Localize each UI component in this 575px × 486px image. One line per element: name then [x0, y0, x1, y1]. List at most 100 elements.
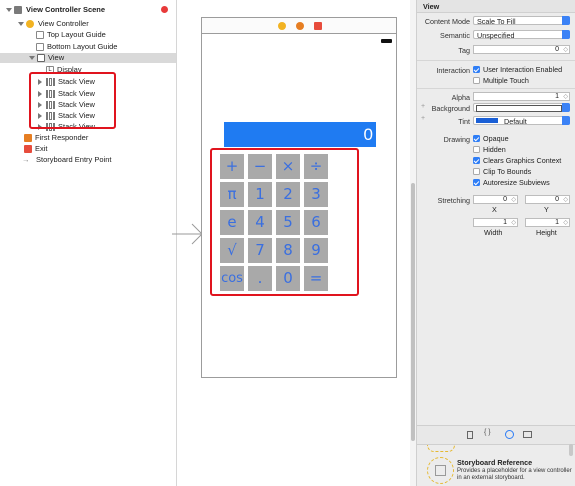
disclosure-triangle-icon[interactable] [18, 22, 24, 26]
calc-key-button[interactable]: − [248, 154, 272, 179]
calc-key-button[interactable]: 5 [276, 210, 300, 235]
x-caption: X [492, 205, 497, 214]
tag-label: Tag [458, 46, 470, 55]
calc-key-button[interactable]: = [304, 266, 328, 291]
stepper-icon[interactable]: ◇ [563, 219, 568, 227]
clip-bounds-label: Clip To Bounds [483, 167, 532, 176]
chevron-updown-icon [562, 30, 570, 39]
content-mode-label: Content Mode [424, 17, 470, 26]
stepper-icon[interactable]: ◇ [511, 219, 516, 227]
clears-context-label: Clears Graphics Context [483, 156, 562, 165]
exit-icon [24, 145, 32, 153]
object-library-icon[interactable] [505, 430, 514, 439]
stretch-x-field[interactable]: 0 ◇ [473, 195, 518, 204]
tint-color-select[interactable]: Default [473, 116, 570, 126]
layout-guide-icon [36, 31, 44, 39]
outline-view[interactable]: View [0, 53, 176, 63]
content-mode-select[interactable]: Scale To Fill [473, 16, 570, 26]
storyboard-reference-icon [427, 457, 454, 484]
alpha-label: Alpha [451, 93, 470, 102]
stepper-icon[interactable]: ◇ [563, 46, 568, 54]
calc-key-button[interactable]: 9 [304, 238, 328, 263]
calc-key-button[interactable]: e [220, 210, 244, 235]
code-snippet-icon[interactable]: { } [484, 429, 491, 436]
background-color-select[interactable] [473, 103, 570, 112]
section-title: View [423, 2, 440, 11]
autoresize-checkbox[interactable] [473, 179, 480, 186]
outline-scene[interactable]: View Controller Scene [0, 5, 176, 15]
calc-key-button[interactable]: × [276, 154, 300, 179]
calc-key-button[interactable]: . [248, 266, 272, 291]
view-controller-icon [26, 20, 34, 28]
view-controller-label: View Controller [38, 19, 89, 28]
color-swatch [476, 118, 498, 123]
tag-value: 0 [555, 46, 559, 53]
media-library-icon[interactable] [523, 431, 532, 438]
calc-key-button[interactable]: 8 [276, 238, 300, 263]
hidden-checkbox[interactable] [473, 146, 480, 153]
calc-key-button[interactable]: 3 [304, 182, 328, 207]
stretch-y-field[interactable]: 0 ◇ [525, 195, 570, 204]
calc-key-button[interactable]: 0 [276, 266, 300, 291]
scene-title: View Controller Scene [26, 5, 106, 14]
calc-key-button[interactable]: 1 [248, 182, 272, 207]
warning-badge-icon[interactable] [161, 6, 168, 13]
y-caption: Y [544, 205, 549, 214]
content-mode-value: Scale To Fill [477, 17, 516, 26]
chevron-updown-icon [562, 116, 570, 125]
stepper-icon[interactable]: ◇ [563, 196, 568, 204]
stretch-height-field[interactable]: 1 ◇ [525, 218, 570, 227]
first-responder-dock-icon[interactable] [296, 22, 304, 30]
tint-value: Default [504, 117, 527, 126]
clip-bounds-checkbox[interactable] [473, 168, 480, 175]
opaque-label: Opaque [483, 134, 509, 143]
arrow-right-icon: → [22, 155, 30, 164]
exit-dock-icon[interactable] [314, 22, 322, 30]
stretching-label: Stretching [437, 196, 470, 205]
alpha-field[interactable]: 1 ◇ [473, 92, 570, 101]
calc-key-button[interactable]: + [220, 154, 244, 179]
autoresize-label: Autoresize Subviews [483, 178, 550, 187]
calc-key-button[interactable]: cos [220, 266, 244, 291]
calc-key-button[interactable]: ÷ [304, 154, 328, 179]
divider [417, 60, 575, 61]
hidden-label: Hidden [483, 145, 506, 154]
stretch-width-value: 1 [503, 219, 507, 226]
calc-key-button[interactable]: π [220, 182, 244, 207]
first-responder-label: First Responder [35, 133, 89, 142]
display-label[interactable]: 0 [224, 122, 376, 147]
disclosure-triangle-icon[interactable] [6, 8, 12, 12]
canvas-scroll-thumb[interactable] [411, 183, 415, 441]
battery-icon [381, 39, 392, 43]
library-scroll-thumb[interactable] [569, 444, 573, 456]
stretch-width-field[interactable]: 1 ◇ [473, 218, 518, 227]
stepper-icon[interactable]: ◇ [511, 196, 516, 204]
stepper-icon[interactable]: ◇ [563, 93, 568, 101]
opaque-checkbox[interactable] [473, 135, 480, 142]
interaction-label: Interaction [436, 66, 470, 75]
first-responder-icon [24, 134, 32, 142]
disclosure-triangle-icon[interactable] [29, 56, 35, 60]
calc-key-button[interactable]: 6 [304, 210, 328, 235]
file-template-icon[interactable] [467, 431, 473, 439]
semantic-value: Unspecified [477, 31, 515, 40]
view-controller-dock-icon[interactable] [278, 22, 286, 30]
user-interaction-checkbox[interactable] [473, 66, 480, 73]
calc-key-button[interactable]: √ [220, 238, 244, 263]
divider [417, 88, 575, 89]
scene-dock[interactable] [201, 17, 397, 34]
stack-views-highlight [29, 72, 116, 129]
calc-key-button[interactable]: 7 [248, 238, 272, 263]
library-item-partial[interactable] [427, 445, 455, 452]
multiple-touch-checkbox[interactable] [473, 77, 480, 84]
calc-key-button[interactable]: 4 [248, 210, 272, 235]
library-item-description: Provides a placeholder for a view contro… [457, 468, 572, 481]
semantic-select[interactable]: Unspecified [473, 30, 570, 40]
clears-context-checkbox[interactable] [473, 157, 480, 164]
tag-field[interactable]: 0 ◇ [473, 45, 570, 54]
inspector-header: View [417, 0, 575, 13]
chevron-updown-icon [562, 16, 570, 25]
library-tabbar: { } [417, 425, 575, 445]
calc-key-button[interactable]: 2 [276, 182, 300, 207]
stretch-y-value: 0 [555, 196, 559, 203]
